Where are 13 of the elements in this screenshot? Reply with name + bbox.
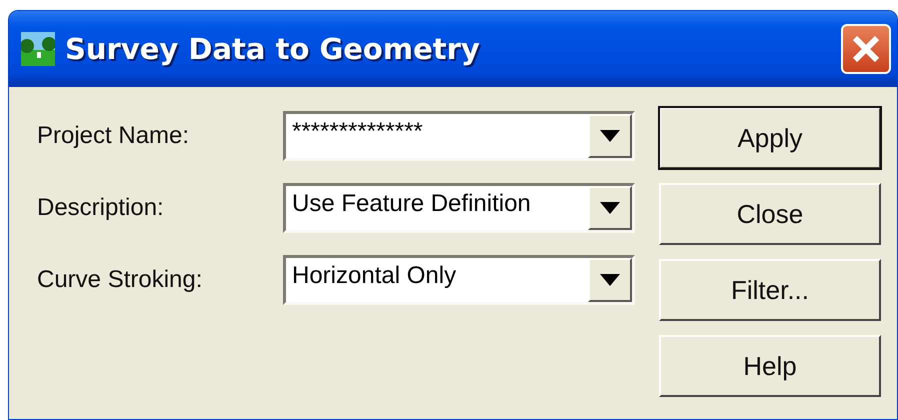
window-title: Survey Data to Geometry — [65, 32, 481, 66]
field-label: Project Name: — [37, 122, 190, 150]
dialog-button[interactable]: Close — [659, 183, 881, 245]
close-icon[interactable] — [841, 24, 891, 74]
field-label: Curve Stroking: — [37, 266, 204, 294]
dialog-button[interactable]: Help — [659, 335, 881, 397]
dropdown-field[interactable]: ************** — [283, 111, 635, 161]
dialog-button[interactable]: Apply — [659, 107, 881, 169]
dropdown-field[interactable]: Horizontal Only — [283, 255, 635, 305]
field-label: Description: — [37, 194, 165, 222]
landscape-icon — [21, 32, 55, 66]
dialog-button[interactable]: Filter... — [659, 259, 881, 321]
dropdown-field[interactable]: Use Feature Definition — [283, 183, 635, 233]
